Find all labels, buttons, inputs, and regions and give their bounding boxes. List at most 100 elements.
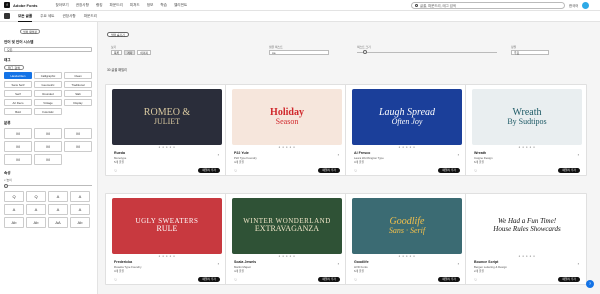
topnav-item-ranking[interactable]: 랭킹 [96, 3, 103, 8]
font-name[interactable]: Scala Jewels [234, 260, 256, 264]
property-option[interactable]: Ab [26, 217, 46, 228]
tag-slab[interactable]: Slab [64, 90, 92, 97]
tag-search-button[interactable]: 태그 검색 [4, 65, 24, 70]
chevron-right-icon[interactable]: › [218, 152, 219, 157]
font-card[interactable]: UGLY SWEATERS RULE ● ● ● ● ● Fredericka … [105, 193, 227, 285]
topnav-item-featured[interactable]: 피처드 [130, 3, 140, 8]
classification-option[interactable]: M [4, 128, 32, 139]
font-name[interactable]: Al Fresco [354, 151, 370, 155]
heart-icon[interactable]: ♡ [114, 278, 117, 282]
tab-foundries[interactable]: 파운드리 [84, 11, 97, 22]
property-option[interactable]: A [48, 204, 68, 215]
property-option[interactable]: Q [26, 191, 46, 202]
topnav-item-browse[interactable]: 찾아보기 [55, 3, 68, 8]
tag-display[interactable]: Display [64, 99, 92, 106]
property-option[interactable]: A [70, 204, 90, 215]
tag-art-deco[interactable]: Art Deco [4, 99, 32, 106]
carousel-dots[interactable]: ● ● ● ● ● [226, 254, 346, 258]
classification-option[interactable]: M [4, 154, 32, 165]
property-option[interactable]: AA [48, 217, 68, 228]
carousel-dots[interactable]: ● ● ● ● ● [466, 145, 586, 149]
tag-vintage[interactable]: Vintage [34, 99, 62, 106]
add-family-button[interactable]: 패밀리 추가 [438, 168, 460, 173]
add-family-button[interactable]: 패밀리 추가 [318, 277, 340, 282]
tag-serif[interactable]: Serif [4, 90, 32, 97]
add-family-button[interactable]: 패밀리 추가 [558, 277, 580, 282]
font-name[interactable]: Rueda [114, 151, 125, 155]
topnav-item-foundries[interactable]: 파운드리 [110, 3, 123, 8]
chevron-right-icon[interactable]: › [338, 152, 339, 157]
avatar[interactable] [582, 2, 589, 9]
app-title[interactable]: Adobe Fonts [13, 3, 37, 8]
tag-sans-serif[interactable]: Sans Serif [4, 81, 32, 88]
tag-handwritten[interactable]: Handwritten [4, 72, 32, 79]
chevron-right-icon[interactable]: › [458, 152, 459, 157]
font-preview-image[interactable]: Goodlife Sans · Serif [352, 198, 462, 254]
tag-geometric[interactable]: Geometric [34, 81, 62, 88]
topnav-item-info[interactable]: 정보 [147, 3, 154, 8]
font-name[interactable]: Goodlife [354, 260, 369, 264]
reset-filters-button[interactable]: 필터 재설정 [20, 29, 40, 34]
chevron-right-icon[interactable]: › [578, 261, 579, 266]
property-option[interactable]: A [26, 204, 46, 215]
property-option[interactable]: Ab [4, 217, 24, 228]
tab-all-fonts[interactable]: 모든 글꼴 [18, 11, 33, 22]
language-dropdown[interactable]: 모든 [4, 47, 92, 52]
topnav-item-recommendations[interactable]: 권장사항 [76, 3, 89, 8]
font-card[interactable]: Wreath By Sudtipos ● ● ● ● ● Wreath Insi… [465, 84, 587, 176]
tab-featured-sets[interactable]: 주요 세트 [40, 11, 54, 22]
add-family-button[interactable]: 패밀리 추가 [198, 168, 220, 173]
tag-traditional[interactable]: Traditional [64, 81, 92, 88]
classification-option[interactable]: M [34, 128, 62, 139]
font-name[interactable]: Fredericka [114, 260, 132, 264]
font-name[interactable]: P22 Yule [234, 151, 249, 155]
font-preview-image[interactable]: UGLY SWEATERS RULE [112, 198, 222, 254]
carousel-dots[interactable]: ● ● ● ● ● [466, 254, 586, 258]
font-card[interactable]: We Had a Fun Time! House Rules Showcards… [465, 193, 587, 285]
tag-clean[interactable]: Clean [64, 72, 92, 79]
properties-title[interactable]: 속성 [4, 171, 93, 176]
heart-icon[interactable]: ♡ [354, 278, 357, 282]
sort-dropdown[interactable]: 주요 [511, 50, 549, 55]
heart-icon[interactable]: ♡ [234, 278, 237, 282]
tags-title[interactable]: 태그 [4, 58, 93, 63]
add-family-button[interactable]: 패밀리 추가 [438, 277, 460, 282]
add-family-button[interactable]: 패밀리 추가 [318, 168, 340, 173]
tag-rounded[interactable]: Rounded [34, 90, 62, 97]
property-option[interactable]: Ab [70, 217, 90, 228]
font-card[interactable]: ROMEO & JULIET ● ● ● ● ● Rueda Monotype … [105, 84, 227, 176]
property-option[interactable]: A [48, 191, 68, 202]
font-card[interactable]: Laugh Spread Often Joy ● ● ● ● ● Al Fres… [345, 84, 467, 176]
help-button[interactable]: ? [586, 280, 594, 288]
font-preview-image[interactable]: WINTER WONDERLAND EXTRAVAGANZA [232, 198, 342, 254]
font-card[interactable]: Goodlife Sans · Serif ● ● ● ● ● Goodlife… [345, 193, 467, 285]
font-card[interactable]: WINTER WONDERLAND EXTRAVAGANZA ● ● ● ● ●… [225, 193, 347, 285]
classification-option[interactable]: M [64, 128, 92, 139]
hide-filters-button[interactable]: 필터 숨기기 [107, 32, 129, 37]
font-preview-image[interactable]: We Had a Fun Time! House Rules Showcards [472, 198, 582, 254]
carousel-dots[interactable]: ● ● ● ● ● [106, 145, 226, 149]
search-input[interactable]: 글꼴, 파운드리, 태그 검색 [411, 2, 565, 9]
classification-option[interactable]: M [64, 141, 92, 152]
font-preview-image[interactable]: Holiday Season [232, 89, 342, 145]
tab-recommendations[interactable]: 권장사항 [62, 11, 75, 22]
add-family-button[interactable]: 패밀리 추가 [558, 168, 580, 173]
heart-icon[interactable]: ♡ [354, 169, 357, 173]
tag-futuristic[interactable]: Futuristic [34, 108, 62, 115]
languages-title[interactable]: 언어 및 언어 시스템 [4, 40, 93, 45]
text-size-slider[interactable] [357, 52, 497, 53]
sample-text-input[interactable]: Aa [269, 50, 329, 55]
carousel-dots[interactable]: ● ● ● ● ● [226, 145, 346, 149]
topnav-item-elements[interactable]: 엘리먼트 [174, 3, 187, 8]
property-option[interactable]: Q [4, 191, 24, 202]
font-name[interactable]: Wreath [474, 151, 486, 155]
x-height-slider[interactable] [4, 183, 92, 188]
carousel-dots[interactable]: ● ● ● ● ● [106, 254, 226, 258]
grid-menu-icon[interactable] [4, 13, 10, 19]
tag-bold[interactable]: Bold [4, 108, 32, 115]
heart-icon[interactable]: ♡ [114, 169, 117, 173]
carousel-dots[interactable]: ● ● ● ● ● [346, 145, 466, 149]
classification-option[interactable]: M [34, 141, 62, 152]
view-image-button[interactable]: 이미지 [137, 50, 152, 55]
classification-title[interactable]: 분류 [4, 121, 93, 126]
